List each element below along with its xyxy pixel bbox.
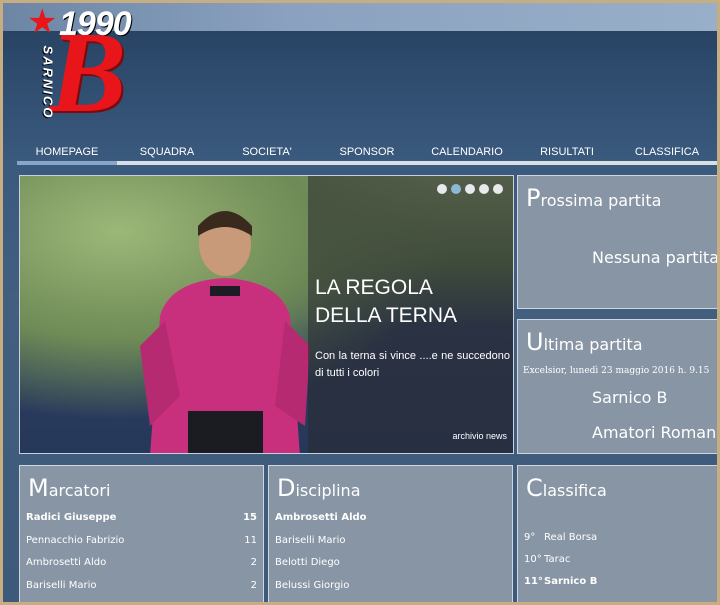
- list-item[interactable]: Ambrosetti Aldo 2: [26, 556, 257, 579]
- table-row[interactable]: 9° Real Borsa: [524, 531, 717, 553]
- last-match-title: Ultima partita: [526, 328, 643, 356]
- table-row[interactable]: 10° Tarac: [524, 553, 717, 575]
- last-match-away: Amatori Romano: [592, 423, 717, 442]
- list-item[interactable]: Belotti Diego: [275, 556, 506, 579]
- slider-dot[interactable]: [493, 184, 503, 194]
- nav-squadra[interactable]: SQUADRA: [117, 143, 217, 165]
- nav-calendario[interactable]: CALENDARIO: [417, 143, 517, 165]
- discipline-list: Ambrosetti Aldo Bariselli Mario Belotti …: [275, 511, 506, 601]
- news-slider[interactable]: LA REGOLA DELLA TERNA Con la terna si vi…: [19, 175, 514, 454]
- slider-dot[interactable]: [479, 184, 489, 194]
- nav-sponsor[interactable]: SPONSOR: [317, 143, 417, 165]
- next-match-title: Prossima partita: [526, 184, 662, 212]
- main-nav: HOMEPAGE SQUADRA SOCIETA' SPONSOR CALEND…: [17, 143, 717, 165]
- site-logo[interactable]: ★ 1990 B SARNICO: [17, 5, 157, 145]
- referee-photo: [140, 211, 310, 453]
- news-archive-link[interactable]: archivio news: [452, 431, 507, 441]
- slider-dot[interactable]: [465, 184, 475, 194]
- nav-risultati[interactable]: RISULTATI: [517, 143, 617, 165]
- discipline-title: Disciplina: [277, 474, 361, 502]
- slider-dot-active[interactable]: [451, 184, 461, 194]
- news-title-line2: DELLA TERNA: [315, 304, 458, 327]
- logo-name: SARNICO: [40, 45, 56, 120]
- slider-dot[interactable]: [437, 184, 447, 194]
- list-item[interactable]: Bariselli Mario 2: [26, 579, 257, 602]
- next-match-panel: Prossima partita Nessuna partita: [517, 175, 717, 309]
- last-match-home: Sarnico B: [592, 388, 668, 407]
- standings-title: Classifica: [526, 474, 607, 502]
- standings-list: 9° Real Borsa 10° Tarac 11° Sarnico B: [524, 531, 717, 597]
- list-item[interactable]: Pennacchio Fabrizio 11: [26, 534, 257, 557]
- news-title[interactable]: LA REGOLA DELLA TERNA: [315, 274, 510, 330]
- last-match-meta: Excelsior, lunedì 23 maggio 2016 h. 9.15: [523, 366, 710, 376]
- nav-classifica[interactable]: CLASSIFICA: [617, 143, 717, 165]
- list-item[interactable]: Ambrosetti Aldo: [275, 511, 506, 534]
- table-row[interactable]: 11° Sarnico B: [524, 575, 717, 597]
- scorers-panel: Marcatori Radici Giuseppe 15 Pennacchio F…: [19, 465, 264, 602]
- list-item[interactable]: Belussi Giorgio: [275, 579, 506, 602]
- next-match-status: Nessuna partita: [592, 248, 717, 267]
- slider-pagination: [437, 184, 503, 194]
- scorers-title: Marcatori: [28, 474, 111, 502]
- news-title-line1: LA REGOLA: [315, 276, 433, 299]
- scorers-list: Radici Giuseppe 15 Pennacchio Fabrizio 11 …: [26, 511, 257, 601]
- standings-panel: Classifica 9° Real Borsa 10° Tarac 11° Sarn…: [517, 465, 717, 602]
- nav-societa[interactable]: SOCIETA': [217, 143, 317, 165]
- page-frame: ★ 1990 B SARNICO HOMEPAGE SQUADRA SOCIET…: [3, 3, 717, 602]
- news-summary: Con la terna si vince ....e ne succedono…: [315, 350, 510, 379]
- discipline-panel: Disciplina Ambrosetti Aldo Bariselli Mar…: [268, 465, 513, 602]
- list-item[interactable]: Bariselli Mario: [275, 534, 506, 557]
- logo-letter: B: [49, 9, 127, 137]
- last-match-panel[interactable]: Ultima partita Excelsior, lunedì 23 magg…: [517, 319, 717, 454]
- nav-homepage[interactable]: HOMEPAGE: [17, 143, 117, 165]
- list-item[interactable]: Radici Giuseppe 15: [26, 511, 257, 534]
